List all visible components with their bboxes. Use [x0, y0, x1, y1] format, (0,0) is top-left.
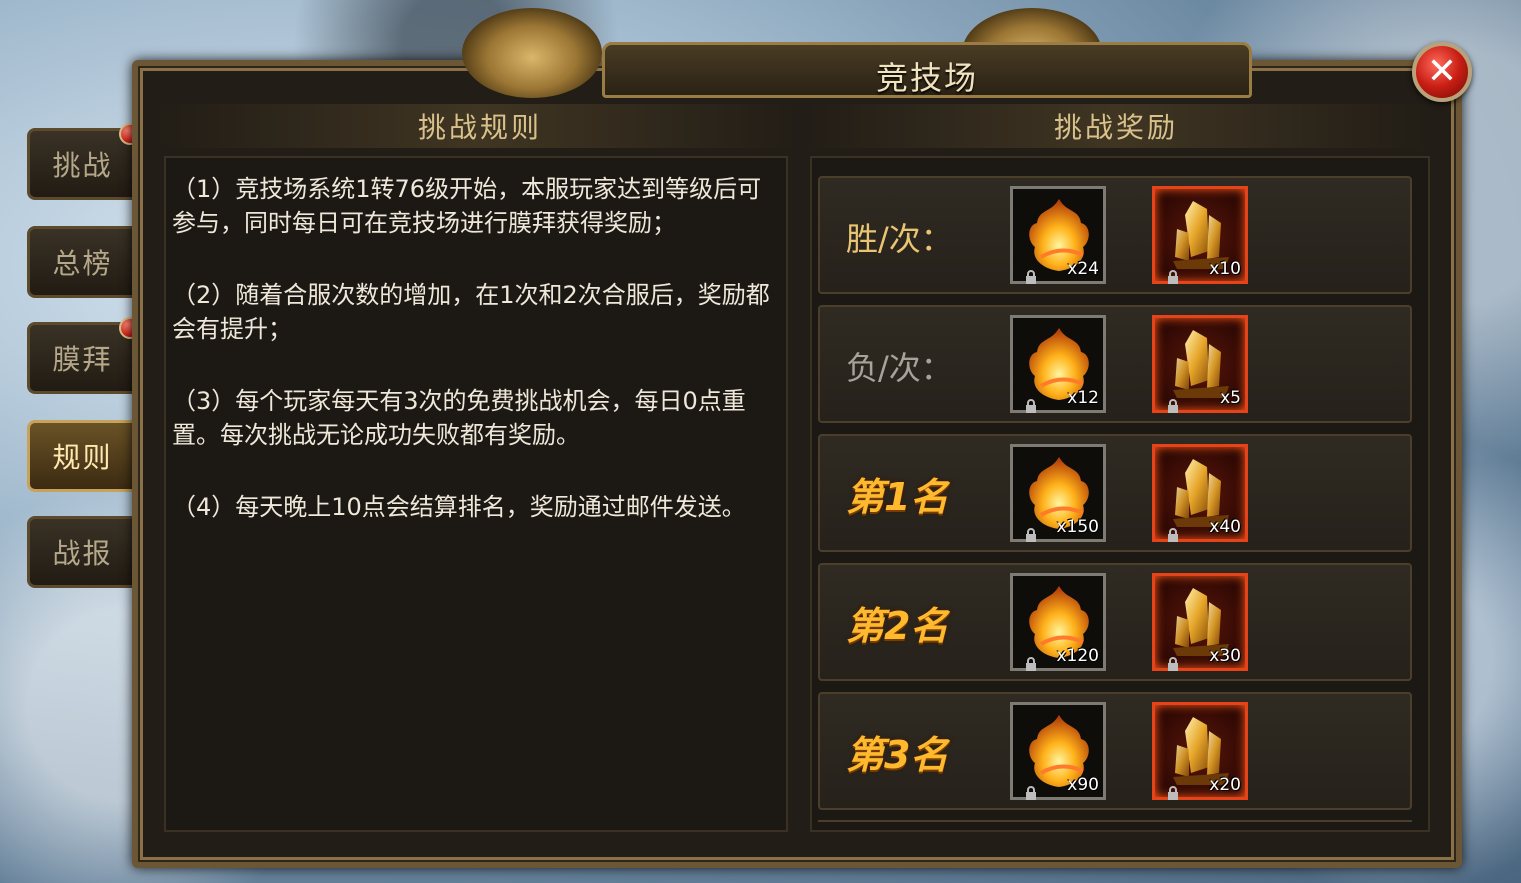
reward-row-label: 第3名	[846, 733, 949, 777]
tab-worship[interactable]: 膜拜	[27, 317, 141, 394]
reward-row-label: 负/次：	[846, 349, 953, 387]
tab-label: 膜拜	[52, 343, 113, 376]
item-count: x120	[1056, 646, 1099, 666]
tab-battle-report[interactable]: 战报	[27, 516, 135, 588]
rule-item: （3）每个玩家每天有3次的免费挑战机会，每日0点重置。每次挑战无论成功失败都有奖…	[172, 387, 746, 449]
reward-row-label: 第1名	[846, 475, 949, 519]
flame-leaf-item[interactable]: x24	[1010, 186, 1106, 284]
rules-header: 挑战规则	[160, 104, 800, 148]
tab-leaderboard[interactable]: 总榜	[27, 226, 135, 298]
tab-challenge[interactable]: 挑战	[27, 123, 141, 200]
gold-crystal-item[interactable]: x40	[1152, 444, 1248, 542]
rules-panel: （1）竞技场系统1转76级开始，本服玩家达到等级后可参与，同时每日可在竞技场进行…	[164, 156, 788, 832]
item-count: x10	[1209, 259, 1241, 279]
tab-label: 战报	[52, 537, 113, 570]
window-title: 竞技场	[875, 59, 978, 97]
lock-icon	[1016, 522, 1036, 542]
reward-row: 第3名 x90 x20	[818, 692, 1412, 810]
gold-crystal-item[interactable]: x20	[1152, 702, 1248, 800]
item-count: x20	[1209, 775, 1241, 795]
flame-leaf-item[interactable]: x120	[1010, 573, 1106, 671]
gold-crystal-item[interactable]: x10	[1152, 186, 1248, 284]
flame-leaf-item[interactable]: x90	[1010, 702, 1106, 800]
title-plate: 竞技场	[602, 42, 1252, 98]
lock-icon	[1158, 264, 1178, 284]
reward-row-label: 第2名	[846, 604, 949, 648]
item-count: x150	[1056, 517, 1099, 537]
tab-label: 总榜	[52, 247, 113, 280]
reward-row: 负/次： x12 x5	[818, 305, 1412, 423]
reward-row: 胜/次： x24 x10	[818, 176, 1412, 294]
lock-icon	[1016, 651, 1036, 671]
item-count: x24	[1067, 259, 1099, 279]
rule-item: （4）每天晚上10点会结算排名，奖励通过邮件发送。	[172, 493, 746, 521]
lock-icon	[1158, 651, 1178, 671]
item-count: x5	[1220, 388, 1241, 408]
lock-icon	[1158, 522, 1178, 542]
gold-crystal-item[interactable]: x30	[1152, 573, 1248, 671]
rule-item: （2）随着合服次数的增加，在1次和2次合服后，奖励都会有提升；	[172, 281, 770, 343]
item-count: x30	[1209, 646, 1241, 666]
tab-rules[interactable]: 规则	[27, 420, 135, 492]
close-button[interactable]: ✕	[1412, 42, 1472, 102]
title-bar: 竞技场	[132, 8, 1462, 98]
close-icon: ✕	[1426, 51, 1458, 92]
item-count: x40	[1209, 517, 1241, 537]
divider	[818, 820, 1412, 832]
lock-icon	[1016, 264, 1036, 284]
tab-label: 挑战	[52, 149, 113, 182]
rewards-header: 挑战奖励	[806, 104, 1426, 148]
reward-row-label: 胜/次：	[846, 220, 953, 258]
flame-leaf-item[interactable]: x150	[1010, 444, 1106, 542]
tab-label: 规则	[52, 441, 113, 474]
rule-item: （1）竞技场系统1转76级开始，本服玩家达到等级后可参与，同时每日可在竞技场进行…	[172, 175, 762, 237]
lock-icon	[1016, 780, 1036, 800]
reward-row: 第1名 x150 x40	[818, 434, 1412, 552]
dragon-ornament-icon	[462, 8, 602, 98]
item-count: x90	[1067, 775, 1099, 795]
gold-crystal-item[interactable]: x5	[1152, 315, 1248, 413]
flame-leaf-item[interactable]: x12	[1010, 315, 1106, 413]
reward-row: 第2名 x120 x30	[818, 563, 1412, 681]
lock-icon	[1158, 393, 1178, 413]
item-count: x12	[1067, 388, 1099, 408]
lock-icon	[1016, 393, 1036, 413]
lock-icon	[1158, 780, 1178, 800]
